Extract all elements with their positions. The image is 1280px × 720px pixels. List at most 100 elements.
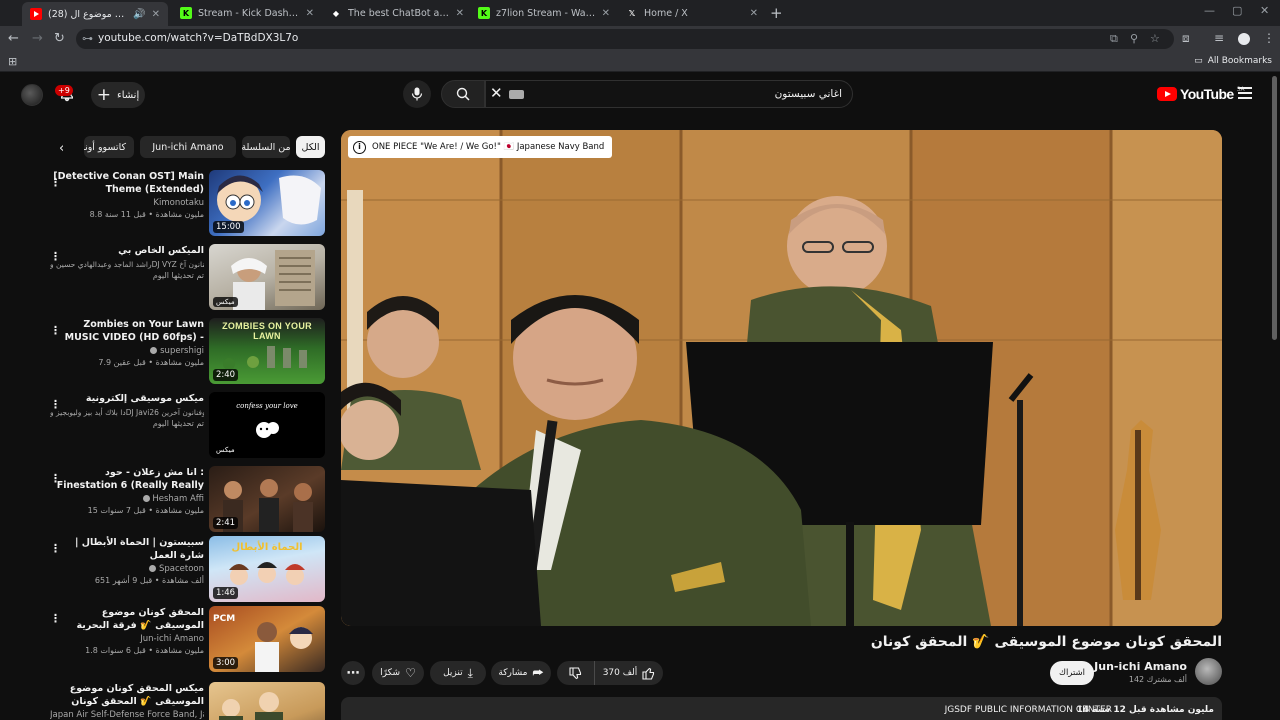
- rec-title[interactable]: الميكس الخاص بي: [50, 244, 204, 257]
- rec-title[interactable]: ميكس المحقق كونان موضوع الموسيقى 🎷 المحق…: [50, 682, 204, 708]
- recommendation-item[interactable]: ميكس المحقق كونان موضوع الموسيقى 🎷 المحق…: [50, 682, 326, 720]
- rec-title[interactable]: Zombies on Your Lawn MUSIC VIDEO (HD 60f…: [50, 318, 204, 344]
- rec-channel[interactable]: supershigi: [50, 346, 204, 357]
- media-icon[interactable]: ≡: [1214, 31, 1224, 45]
- rec-thumbnail[interactable]: PCM 3:00: [209, 606, 325, 672]
- chip-label: Jun-ichi Amano: [152, 141, 224, 153]
- youtube-logo[interactable]: YouTube SA: [1157, 86, 1245, 102]
- create-button[interactable]: + إنشاء: [91, 82, 145, 108]
- rec-channel[interactable]: راشد الماجد وعبدالهادي حسين وDJ VYZ وفنا…: [50, 259, 204, 270]
- tab-x-home[interactable]: 𝕏 Home / X ✕: [618, 2, 766, 24]
- rec-title[interactable]: [Detective Conan OST] Main Theme (Extend…: [50, 170, 204, 196]
- tab-chatbot[interactable]: ◆ The best ChatBot and Widgets ✕: [322, 2, 472, 24]
- recommendation-item[interactable]: ⋮ Zombies on Your Lawn MUSIC VIDEO (HD 6…: [50, 318, 326, 386]
- chips-prev-icon[interactable]: ‹: [59, 141, 64, 156]
- chip-label: من السلسلة: [242, 141, 290, 153]
- tab-close-icon[interactable]: ✕: [152, 9, 160, 20]
- site-info-icon[interactable]: ⊶: [82, 32, 93, 45]
- rec-title[interactable]: المحقق كونان موضوع الموسيقى 🎷 فرقة البحر…: [50, 606, 204, 632]
- chip-series[interactable]: من السلسلة: [242, 136, 290, 158]
- rec-title[interactable]: ميكس موسيقى إلكترونية: [50, 392, 204, 405]
- zoom-icon[interactable]: ⚲: [1130, 32, 1138, 45]
- rec-thumbnail[interactable]: ميكس: [209, 244, 325, 310]
- rec-channel[interactable]: Hesham Affi: [50, 494, 204, 505]
- recommendation-item[interactable]: ⋮ الميكس الخاص بي راشد الماجد وعبدالهادي…: [50, 244, 326, 312]
- verified-icon: [149, 565, 157, 572]
- dislike-button[interactable]: [557, 661, 595, 685]
- channel-name[interactable]: Jun-ichi Amano: [1090, 660, 1187, 673]
- address-bar[interactable]: ⊶ youtube.com/watch?v=DaTBdDX3L7o ⧉ ⚲ ☆: [76, 29, 1174, 49]
- window-close-icon[interactable]: ✕: [1260, 4, 1269, 17]
- video-info-card[interactable]: i ONE PIECE "We Are! / We Go!" 🇯🇵 Japane…: [348, 136, 613, 158]
- browser-menu-icon[interactable]: ⋮: [1263, 31, 1275, 45]
- thumbs-up-icon: [642, 667, 655, 680]
- recommendation-item[interactable]: ⋮ ميكس موسيقى إلكترونية دا بلاك أيد بيز …: [50, 392, 326, 460]
- search-input[interactable]: [542, 81, 842, 107]
- tab-title: Home / X: [644, 7, 688, 19]
- reload-icon[interactable]: ↻: [54, 31, 65, 46]
- rec-thumbnail[interactable]: 2:41: [209, 466, 325, 532]
- guide-menu-icon[interactable]: [1238, 87, 1252, 102]
- speaker-icon[interactable]: 🔊: [133, 9, 145, 20]
- video-player[interactable]: i ONE PIECE "We Are! / We Go!" 🇯🇵 Japane…: [341, 130, 1222, 626]
- like-button[interactable]: 370 ألف: [595, 661, 663, 685]
- rec-thumbnail[interactable]: 15:00: [209, 170, 325, 236]
- rec-thumbnail[interactable]: ZOMBIES ON YOUR LAWN 2:40: [209, 318, 325, 384]
- extensions-icon[interactable]: ⧈: [1182, 31, 1190, 46]
- back-icon[interactable]: ←: [8, 31, 19, 46]
- subscribe-button[interactable]: اشتراك: [1050, 661, 1094, 685]
- url-text[interactable]: youtube.com/watch?v=DaTBdDX3L7o: [98, 32, 298, 44]
- all-bookmarks-button[interactable]: ▭ All Bookmarks: [1194, 56, 1272, 66]
- recommendation-item[interactable]: ⋮ [Detective Conan OST] Main Theme (Exte…: [50, 170, 326, 238]
- clear-search-icon[interactable]: ✕: [490, 84, 503, 102]
- tab-close-icon[interactable]: ✕: [602, 8, 610, 19]
- rec-channel-name: supershigi: [160, 346, 204, 356]
- rec-channel[interactable]: Jun-ichi Amano: [50, 634, 204, 645]
- rec-title[interactable]: انا مش زعلان - حود : Finestation 6 (Real…: [50, 466, 204, 492]
- more-actions-icon[interactable]: ⋯: [341, 661, 365, 685]
- recommendation-item[interactable]: ⋮ سبيستون | الحماة الأبطال | شارة العمل …: [50, 536, 326, 604]
- rec-thumbnail[interactable]: [209, 682, 325, 720]
- page-scrollbar[interactable]: [1272, 76, 1277, 340]
- subscriber-count: 142 ألف مشترك: [1128, 675, 1187, 684]
- minimize-icon[interactable]: —: [1204, 4, 1215, 17]
- rec-meta: 1.8 مليون مشاهدة • قبل 6 سنوات: [85, 646, 204, 655]
- new-tab-icon[interactable]: +: [770, 4, 783, 22]
- tab-kick-stream[interactable]: K z7lion Stream - Watch Live on K ✕: [470, 2, 618, 24]
- tab-kick-dashboard[interactable]: K Stream - Kick Dashboard ✕: [172, 2, 322, 24]
- download-button[interactable]: تنزيل ⤓: [430, 661, 486, 685]
- rec-thumbnail[interactable]: confess your love ميكس: [209, 392, 325, 458]
- forward-icon[interactable]: →: [32, 31, 43, 46]
- rec-meta: تم تحديثها اليوم: [152, 419, 204, 428]
- channel-avatar[interactable]: [1195, 658, 1222, 685]
- tab-close-icon[interactable]: ✕: [306, 8, 314, 19]
- tab-youtube[interactable]: (28) المحقق كونان موضوع ال 🔊 ✕: [22, 2, 168, 26]
- voice-search-button[interactable]: [403, 80, 431, 108]
- rec-channel[interactable]: Kimonotaku: [50, 198, 204, 209]
- bookmark-star-icon[interactable]: ☆: [1150, 32, 1160, 45]
- recommendation-item[interactable]: ⋮ انا مش زعلان - حود : Finestation 6 (Re…: [50, 466, 326, 534]
- cast-icon[interactable]: ⧉: [1110, 32, 1118, 46]
- rec-channel[interactable]: Japan Air Self-Defense Force Band, Ja...: [50, 710, 204, 720]
- chip-all[interactable]: الكل: [296, 136, 325, 158]
- thanks-button[interactable]: شكرًا ♡: [372, 661, 424, 685]
- rec-title[interactable]: سبيستون | الحماة الأبطال | شارة العمل: [50, 536, 204, 562]
- tab-close-icon[interactable]: ✕: [750, 8, 758, 19]
- apps-grid-icon[interactable]: ⊞: [8, 55, 17, 68]
- rec-channel[interactable]: دا بلاك أيد بيز وليوبجيز وDJ Javi26 وفنا…: [50, 407, 204, 418]
- rec-thumbnail[interactable]: الحماة الأبطال 1:46: [209, 536, 325, 602]
- description-box[interactable]: 14 مليون مشاهدة قبل 12 سنة JGSDF PUBLIC …: [341, 697, 1222, 720]
- search-button[interactable]: [441, 80, 485, 108]
- share-button[interactable]: مشاركة ⮫: [491, 661, 551, 685]
- verified-icon: [150, 347, 158, 354]
- chip-channel[interactable]: Jun-ichi Amano: [140, 136, 236, 158]
- profile-icon[interactable]: [1238, 33, 1250, 45]
- duration-badge: 2:41: [213, 517, 239, 529]
- rec-channel[interactable]: Spacetoon: [50, 564, 204, 575]
- tab-close-icon[interactable]: ✕: [456, 8, 464, 19]
- keyboard-icon[interactable]: [509, 90, 524, 99]
- chip-more[interactable]: كاتسوو أونو: [84, 136, 134, 158]
- account-avatar[interactable]: [21, 84, 43, 106]
- maximize-icon[interactable]: ▢: [1232, 4, 1242, 17]
- recommendation-item[interactable]: ⋮ المحقق كونان موضوع الموسيقى 🎷 فرقة الب…: [50, 606, 326, 674]
